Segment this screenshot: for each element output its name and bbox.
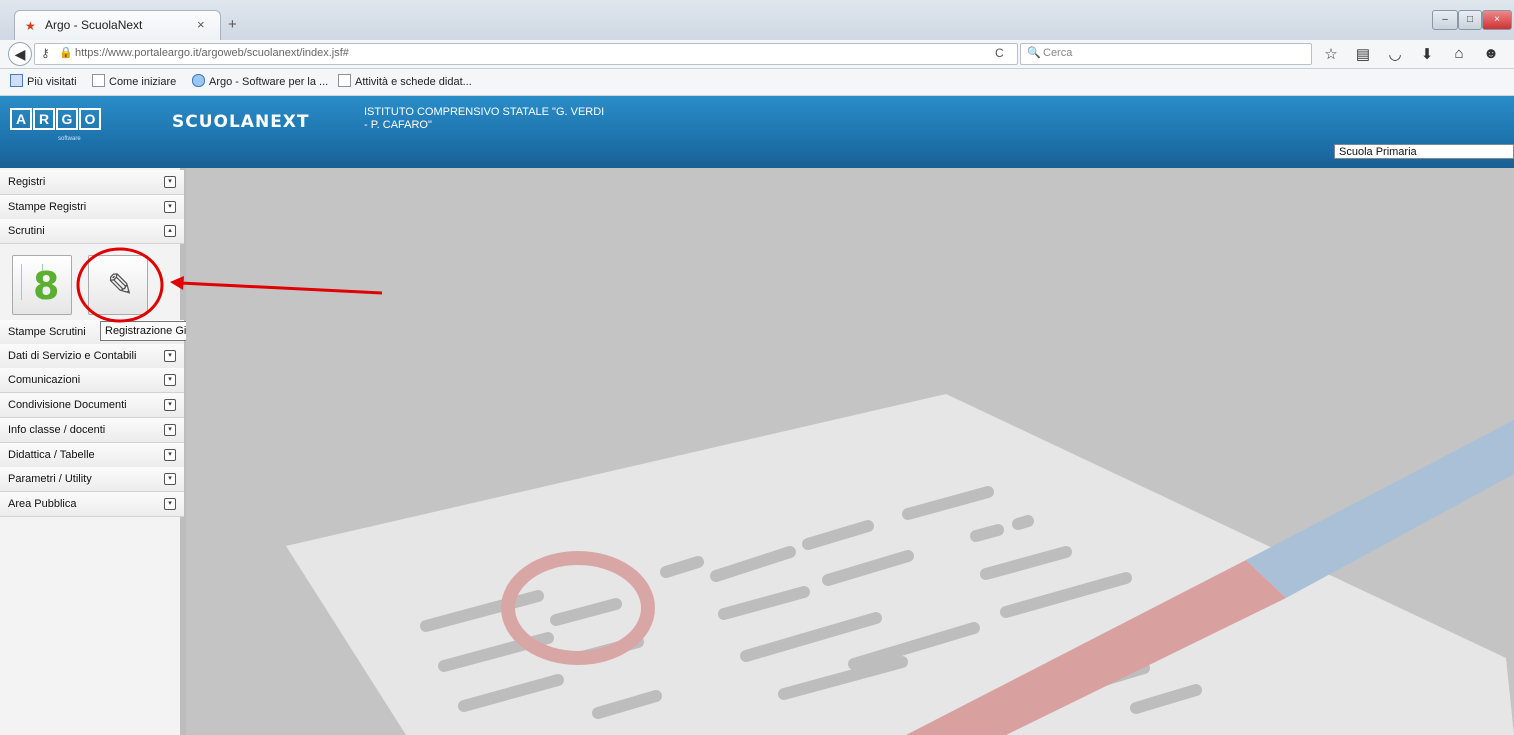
menu-area-pubblica[interactable]: Area Pubblica ▾	[0, 492, 184, 517]
globe-icon	[192, 74, 205, 87]
pencil-icon: ✎	[107, 267, 134, 303]
pocket-icon[interactable]: ◡	[1386, 45, 1404, 63]
page-icon	[338, 74, 351, 87]
argo-logo: ARGO	[10, 108, 102, 130]
menu-parametri[interactable]: Parametri / Utility ▾	[0, 467, 184, 492]
menu-registri[interactable]: Registri ▾	[0, 170, 184, 195]
bookmark-item[interactable]: Più visitati	[10, 74, 77, 88]
background-illustration	[286, 394, 1514, 735]
lock-icon: 🔒	[59, 47, 73, 59]
browser-tab-strip: ★ Argo - ScuolaNext × + – □ ×	[0, 0, 1514, 41]
menu-scrutini[interactable]: Scrutini ▴	[0, 219, 184, 244]
school-name-line2: - P. CAFARO"	[364, 119, 432, 131]
key-icon: ⚷	[41, 46, 50, 60]
back-arrow-icon[interactable]: ◀	[8, 42, 32, 66]
bookmark-item[interactable]: Argo - Software per la ...	[192, 74, 328, 88]
search-placeholder: Cerca	[1043, 47, 1073, 59]
bookmark-item[interactable]: Attività e schede didat...	[338, 74, 472, 88]
new-tab-icon[interactable]: +	[228, 16, 237, 33]
menu-didattica[interactable]: Didattica / Tabelle ▾	[0, 443, 184, 468]
menu-info-classe[interactable]: Info classe / docenti ▾	[0, 418, 184, 443]
window-controls: – □ ×	[1432, 10, 1512, 30]
chevron-down-icon[interactable]: ▾	[164, 498, 176, 510]
school-name-line1: ISTITUTO COMPRENSIVO STATALE "G. VERDI	[364, 106, 605, 118]
grades-tile[interactable]: 8	[12, 255, 72, 315]
browser-tab[interactable]: ★ Argo - ScuolaNext ×	[14, 10, 221, 41]
menu-dati-servizio[interactable]: Dati di Servizio e Contabili ▾	[0, 344, 184, 369]
logo-subtitle: software	[58, 136, 81, 142]
illustration-pencil-blue	[1246, 420, 1514, 598]
school-select[interactable]: Scuola Primaria	[1334, 144, 1514, 159]
star-icon[interactable]: ☆	[1322, 45, 1340, 63]
bookmarks-bar: Più visitati Come iniziare Argo - Softwa…	[0, 69, 1514, 96]
chevron-down-icon[interactable]: ▾	[164, 176, 176, 188]
chevron-down-icon[interactable]: ▾	[164, 201, 176, 213]
app-header: ARGO software SCUOLANEXT ISTITUTO COMPRE…	[0, 96, 1514, 168]
tab-title: Argo - ScuolaNext	[45, 18, 143, 32]
chat-icon[interactable]: ☻	[1482, 45, 1500, 62]
reload-icon[interactable]: C	[995, 46, 1004, 60]
menu-stampe-registri[interactable]: Stampe Registri ▾	[0, 195, 184, 220]
chevron-down-icon[interactable]: ▾	[164, 374, 176, 386]
chevron-down-icon[interactable]: ▾	[164, 449, 176, 461]
tab-close-icon[interactable]: ×	[197, 17, 205, 32]
search-input[interactable]: 🔍 Cerca	[1020, 43, 1312, 65]
menu-comunicazioni[interactable]: Comunicazioni ▾	[0, 368, 184, 393]
home-icon[interactable]: ⌂	[1450, 45, 1468, 62]
navigation-bar: ◀ ⚷ 🔒 https://www.portaleargo.it/argoweb…	[0, 40, 1514, 69]
chevron-down-icon[interactable]: ▾	[164, 473, 176, 485]
argo-favicon-icon: ★	[25, 19, 36, 33]
search-icon: 🔍	[1027, 47, 1041, 59]
minimize-icon[interactable]: –	[1432, 10, 1458, 30]
download-icon[interactable]: ⬇	[1418, 45, 1436, 63]
chevron-down-icon[interactable]: ▾	[164, 424, 176, 436]
address-bar[interactable]: ⚷ 🔒 https://www.portaleargo.it/argoweb/s…	[34, 43, 1018, 65]
page-icon	[92, 74, 105, 87]
bookmark-item[interactable]: Come iniziare	[92, 74, 176, 88]
chevron-up-icon[interactable]: ▴	[164, 225, 176, 237]
menu-condivisione-documenti[interactable]: Condivisione Documenti ▾	[0, 393, 184, 418]
bookmark-icon	[10, 74, 23, 87]
chevron-down-icon[interactable]: ▾	[164, 399, 176, 411]
app-name: SCUOLANEXT	[172, 112, 310, 132]
grades-icon: 8	[33, 264, 60, 308]
registrazione-giudizi-tile[interactable]: ✎	[88, 255, 148, 315]
main-content	[186, 168, 1514, 735]
chevron-down-icon[interactable]: ▾	[164, 350, 176, 362]
url-text: https://www.portaleargo.it/argoweb/scuol…	[75, 47, 349, 59]
close-window-icon[interactable]: ×	[1482, 10, 1512, 30]
maximize-icon[interactable]: □	[1458, 10, 1482, 30]
clipboard-icon[interactable]: ▤	[1354, 45, 1372, 63]
